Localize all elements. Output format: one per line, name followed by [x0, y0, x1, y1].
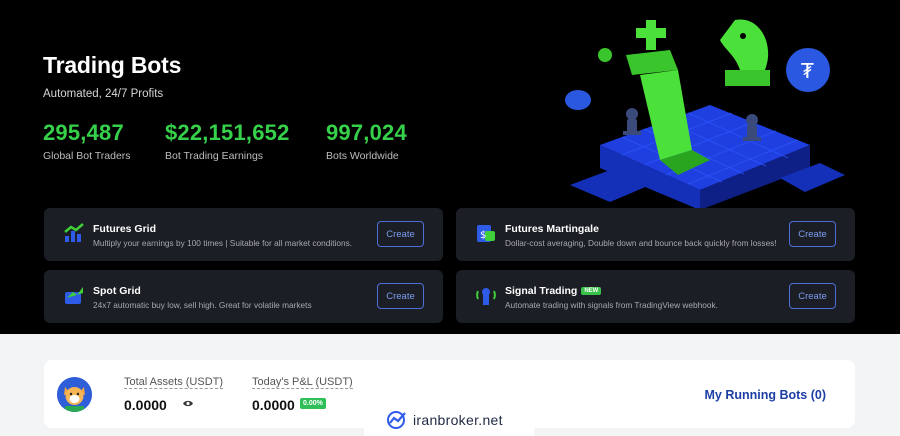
todays-pnl-value: 0.0000 [252, 397, 295, 413]
spot-grid-icon [65, 287, 83, 304]
svg-text:$: $ [480, 230, 486, 241]
bot-title: Futures Grid [93, 223, 157, 235]
create-signal-trading-button[interactable]: Create [789, 283, 836, 309]
total-assets-label[interactable]: Total Assets (USDT) [124, 376, 224, 389]
bot-description: Multiply your earnings by 100 times | Su… [93, 238, 353, 248]
page-subtitle: Automated, 24/7 Profits [43, 88, 164, 100]
stat-value: 997,024 [326, 120, 407, 145]
stat-bot-trading-earnings: $22,151,652 Bot Trading Earnings [165, 120, 290, 162]
total-assets-value: 0.0000 [124, 397, 167, 413]
stat-value: 295,487 [43, 120, 124, 145]
create-futures-martingale-button[interactable]: Create [789, 221, 836, 247]
create-spot-grid-button[interactable]: Create [377, 283, 424, 309]
watermark-text: iranbroker.net [413, 412, 503, 428]
avatar-dog-icon [57, 377, 92, 412]
stat-bots-worldwide: 997,024 Bots Worldwide [326, 120, 407, 162]
bot-card-spot-grid[interactable]: Spot Grid 24x7 automatic buy low, sell h… [44, 270, 443, 323]
bot-card-futures-grid[interactable]: Futures Grid Multiply your earnings by 1… [44, 208, 443, 261]
bot-description: Automate trading with signals from Tradi… [505, 300, 718, 310]
pnl-percent-badge: 0.00% [300, 398, 326, 409]
chess-illustration: ₮ [565, 19, 845, 210]
stat-label: Bot Trading Earnings [165, 150, 264, 162]
bot-description: Dollar-cost averaging, Double down and b… [505, 238, 777, 248]
bot-description: 24x7 automatic buy low, sell high. Great… [93, 300, 312, 310]
bot-card-signal-trading[interactable]: Signal Trading NEW Automate trading with … [456, 270, 855, 323]
futures-grid-icon [64, 223, 84, 242]
bot-card-futures-martingale[interactable]: $ Futures Martingale Dollar-cost averagi… [456, 208, 855, 261]
signal-trading-icon [476, 288, 496, 305]
chart-logo-icon [387, 411, 406, 429]
stat-global-bot-traders: 295,487 Global Bot Traders [43, 120, 131, 162]
avatar[interactable] [57, 377, 92, 412]
bot-title-text: Signal Trading [505, 285, 578, 297]
new-badge: NEW [581, 287, 602, 295]
watermark: iranbroker.net [364, 405, 534, 436]
hero-section: Trading Bots Automated, 24/7 Profits 295… [0, 0, 900, 334]
bot-title: Spot Grid [93, 285, 141, 297]
page-title: Trading Bots [43, 52, 182, 78]
stat-label: Global Bot Traders [43, 150, 131, 162]
eye-icon[interactable] [182, 399, 194, 408]
create-futures-grid-button[interactable]: Create [377, 221, 424, 247]
todays-pnl-label[interactable]: Today's P&L (USDT) [252, 376, 353, 389]
my-running-bots-link[interactable]: My Running Bots (0) [704, 388, 826, 402]
stat-value: $22,151,652 [165, 120, 290, 145]
bot-title: Signal Trading NEW [505, 285, 602, 297]
svg-text:₮: ₮ [801, 59, 814, 83]
futures-martingale-icon: $ [477, 225, 495, 242]
stat-label: Bots Worldwide [326, 150, 399, 162]
bot-title: Futures Martingale [505, 223, 599, 235]
